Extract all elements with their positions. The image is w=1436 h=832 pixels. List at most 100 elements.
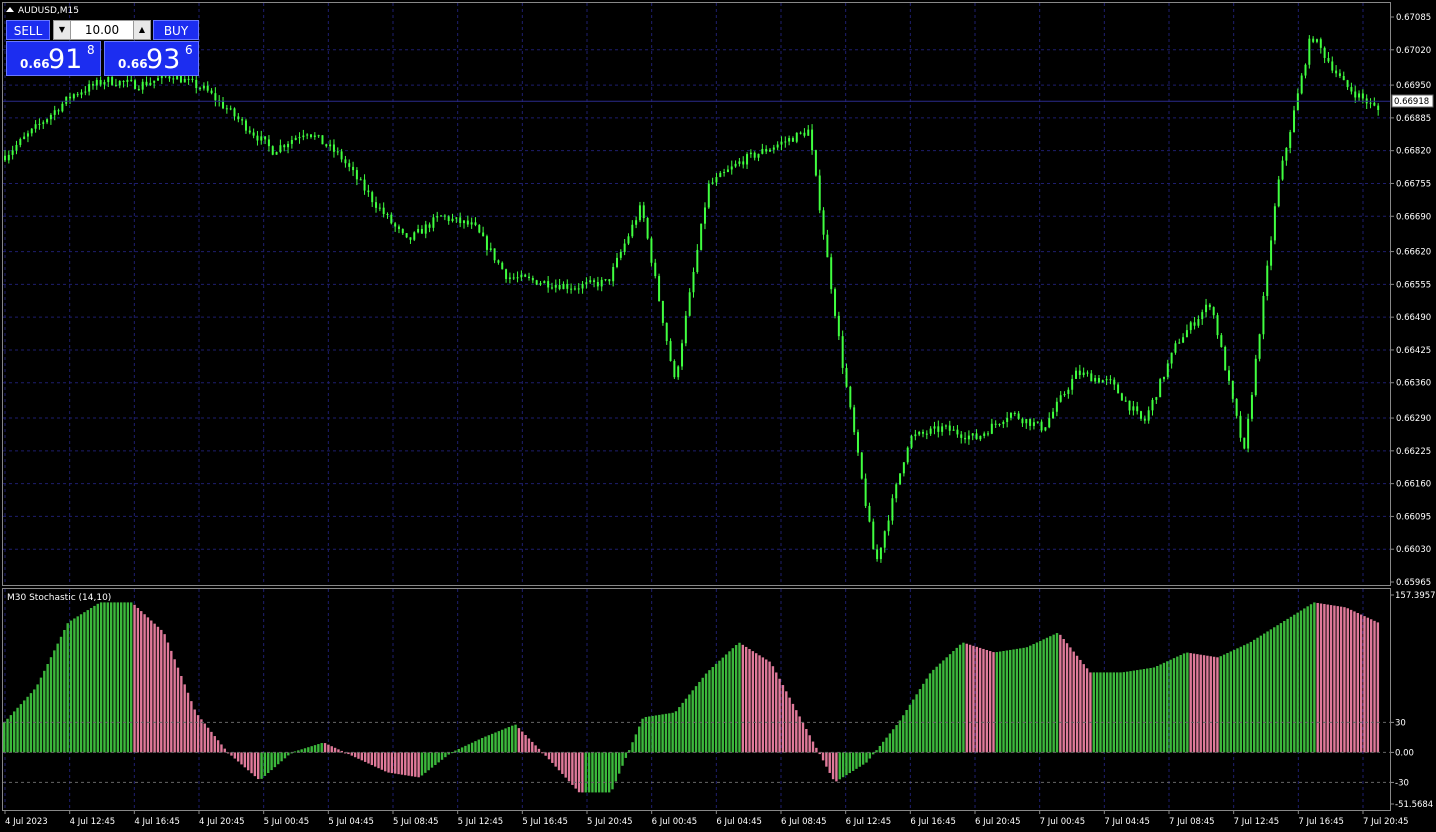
indicator-tick-label: 0.00 xyxy=(1395,748,1414,758)
collapse-triangle-icon[interactable] xyxy=(6,7,14,12)
candle-body xyxy=(856,432,859,453)
candle-body xyxy=(1025,419,1028,424)
candle-body xyxy=(623,243,626,252)
stochastic-bar xyxy=(1349,609,1353,753)
stochastic-bar xyxy=(982,648,985,753)
candle-body xyxy=(627,236,630,244)
stochastic-bar xyxy=(614,752,618,782)
candle-body xyxy=(589,280,592,283)
candle-body xyxy=(478,225,481,233)
stochastic-bar xyxy=(126,602,130,753)
stochastic-bar xyxy=(76,616,79,753)
candle-body xyxy=(57,110,60,112)
stochastic-bar xyxy=(594,752,597,793)
candle-body xyxy=(30,128,33,134)
candle-body xyxy=(1048,418,1051,428)
candle-body xyxy=(287,143,290,148)
stochastic-bar xyxy=(1256,637,1259,753)
candle-body xyxy=(749,152,752,155)
stochastic-bar xyxy=(223,748,226,753)
candle-body xyxy=(470,222,473,225)
sell-button[interactable]: SELL xyxy=(6,20,50,40)
candle-body xyxy=(69,96,72,99)
stochastic-bar xyxy=(758,655,761,753)
stochastic-bar xyxy=(487,735,491,753)
stochastic-bar xyxy=(1065,643,1069,753)
stochastic-bar xyxy=(240,752,243,765)
candle-body xyxy=(413,232,416,240)
candle-body xyxy=(987,433,990,435)
candle-body xyxy=(390,214,393,224)
candle-body xyxy=(19,139,22,145)
stochastic-bar xyxy=(581,752,584,793)
price-tick-label: 0.66820 xyxy=(1396,147,1431,157)
candle-body xyxy=(960,434,963,438)
time-tick-label: 7 Jul 04:45 xyxy=(1104,817,1150,827)
stochastic-bar xyxy=(928,673,932,753)
stochastic-bar xyxy=(1299,610,1303,753)
candle-body xyxy=(914,434,917,437)
candle-body xyxy=(49,114,52,120)
candle-body xyxy=(80,92,83,95)
bid-price-button[interactable]: 0.66 91 8 xyxy=(6,41,101,76)
stochastic-bar xyxy=(236,752,240,762)
stochastic-bar xyxy=(1326,604,1329,753)
stochastic-bar xyxy=(835,752,838,782)
stochastic-bar xyxy=(1269,629,1273,753)
candle-body xyxy=(1308,38,1311,65)
time-tick-label: 7 Jul 00:45 xyxy=(1040,817,1086,827)
stochastic-bar xyxy=(574,752,577,789)
candle-body xyxy=(1342,76,1345,81)
candle-body xyxy=(229,108,232,110)
candle-body xyxy=(1094,378,1097,382)
stochastic-bar xyxy=(163,634,166,753)
stochastic-bar xyxy=(424,752,427,773)
stochastic-bar xyxy=(701,677,704,753)
ask-price-button[interactable]: 0.66 93 6 xyxy=(104,41,199,76)
candle-body xyxy=(34,124,37,129)
buy-button[interactable]: BUY xyxy=(153,20,199,40)
stochastic-bar xyxy=(932,669,935,753)
lot-size-stepper[interactable]: ▼ ▲ xyxy=(53,20,151,40)
candle-body xyxy=(443,215,446,217)
candle-body xyxy=(681,343,684,367)
stochastic-bar xyxy=(330,746,333,753)
candle-body xyxy=(925,433,928,435)
lot-size-input[interactable] xyxy=(71,21,133,39)
stochastic-bar xyxy=(133,604,136,753)
chevron-down-icon[interactable]: ▼ xyxy=(54,21,71,39)
stochastic-bar xyxy=(1039,640,1042,753)
stochastic-bar xyxy=(9,715,13,753)
stochastic-bar xyxy=(280,752,283,762)
candle-body xyxy=(669,341,672,361)
indicator-tick-label: 30 xyxy=(1395,718,1406,728)
stochastic-bar xyxy=(1226,653,1229,753)
candle-body xyxy=(638,205,641,221)
candle-body xyxy=(631,224,634,237)
candle-body xyxy=(734,163,737,167)
ask-price-prefix: 0.66 xyxy=(118,57,148,71)
candle-body xyxy=(1059,395,1062,402)
candle-body xyxy=(38,123,41,125)
stochastic-bar xyxy=(998,651,1002,753)
chevron-up-icon[interactable]: ▲ xyxy=(133,21,150,39)
stochastic-bar xyxy=(180,676,183,753)
candle-body xyxy=(405,233,408,238)
stochastic-bar xyxy=(49,657,53,753)
stochastic-bar xyxy=(53,650,56,753)
stochastic-bar xyxy=(868,752,872,759)
chart-canvas[interactable]: 0.670850.670200.669500.668850.668200.667… xyxy=(0,0,1436,832)
candle-body xyxy=(757,153,760,158)
current-price-tag: 0.66918 xyxy=(1394,97,1429,107)
candle-body xyxy=(1132,406,1135,411)
candle-body xyxy=(1178,342,1181,344)
candle-body xyxy=(1377,105,1380,110)
price-tick-label: 0.66690 xyxy=(1396,212,1431,222)
stochastic-bar xyxy=(210,731,213,753)
stochastic-bar xyxy=(734,645,738,753)
stochastic-bar xyxy=(1069,647,1072,753)
candle-body xyxy=(1124,400,1127,402)
stochastic-bar xyxy=(511,725,514,753)
stochastic-bar xyxy=(975,646,978,753)
stochastic-bar xyxy=(898,720,902,753)
